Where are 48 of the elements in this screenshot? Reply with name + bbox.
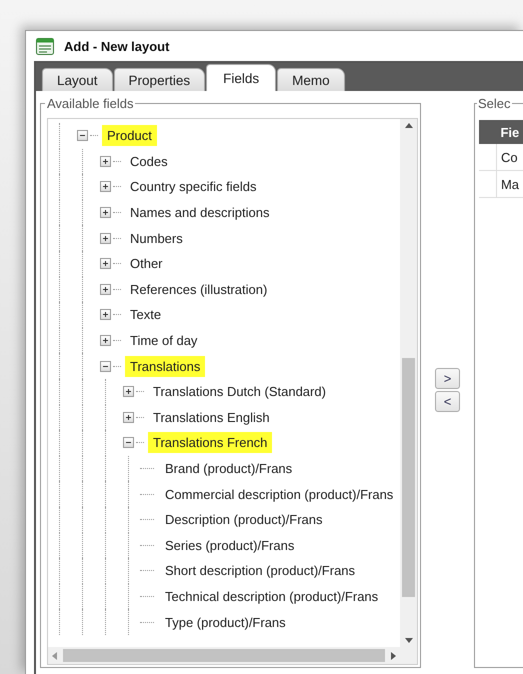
- expand-icon[interactable]: [100, 258, 111, 270]
- expand-icon[interactable]: [100, 309, 111, 320]
- collapse-icon[interactable]: [77, 130, 88, 142]
- column-header[interactable]: Fie: [496, 120, 523, 144]
- table-cell: Co: [496, 144, 523, 170]
- form-icon: [36, 38, 54, 54]
- expand-icon[interactable]: [123, 386, 134, 398]
- window-title: Add - New layout: [64, 38, 170, 54]
- tab[interactable]: Fields: [206, 64, 276, 91]
- tab[interactable]: Memo: [277, 68, 345, 91]
- tree-item[interactable]: Time of day: [125, 330, 202, 352]
- expand-icon[interactable]: [100, 284, 111, 295]
- tree-item[interactable]: Product: [102, 125, 157, 146]
- tree-item[interactable]: Technical description (product)/Frans: [160, 586, 384, 607]
- move-button[interactable]: >: [435, 368, 460, 389]
- tree-item[interactable]: Names and descriptions: [125, 202, 274, 224]
- tree-item[interactable]: Brand (product)/Frans: [160, 458, 298, 480]
- tree-item[interactable]: Country specific fields: [125, 176, 262, 198]
- expand-icon[interactable]: [100, 207, 111, 218]
- tab[interactable]: Layout: [42, 68, 113, 91]
- expand-icon[interactable]: [100, 156, 111, 167]
- tree-item[interactable]: Translations: [125, 356, 206, 377]
- tree-item[interactable]: Translations Dutch (Standard): [148, 381, 331, 402]
- expand-icon[interactable]: [100, 181, 111, 192]
- tree-item[interactable]: Translations English: [148, 406, 275, 428]
- tree-item[interactable]: Codes: [125, 150, 173, 172]
- expand-icon[interactable]: [123, 412, 134, 423]
- tree-item[interactable]: Short description (product)/Frans: [160, 560, 360, 582]
- move-button[interactable]: <: [435, 391, 460, 412]
- tree-item[interactable]: Type (product)/Frans: [160, 612, 291, 633]
- expand-icon[interactable]: [100, 335, 111, 346]
- tree-item[interactable]: Description (product)/Frans: [160, 509, 328, 530]
- tree-item[interactable]: Texte: [125, 304, 166, 326]
- vertical-scrollbar[interactable]: [400, 119, 417, 647]
- expand-icon[interactable]: [100, 232, 111, 244]
- tree-item[interactable]: Translations French: [148, 432, 272, 454]
- tree-item[interactable]: Other: [125, 253, 168, 274]
- tree-item[interactable]: References (illustration): [125, 278, 272, 300]
- tab[interactable]: Properties: [114, 68, 206, 91]
- tree-item[interactable]: Commercial description (product)/Frans: [160, 484, 398, 505]
- collapse-icon[interactable]: [100, 360, 111, 372]
- tree-item[interactable]: Series (product)/Frans: [160, 534, 300, 556]
- group-title: Selec: [477, 96, 512, 111]
- collapse-icon[interactable]: [123, 437, 134, 448]
- group-title: Available fields: [45, 96, 136, 111]
- horizontal-scrollbar[interactable]: [48, 647, 400, 664]
- tree-item[interactable]: Numbers: [125, 228, 188, 249]
- table-cell: Ma: [496, 170, 523, 198]
